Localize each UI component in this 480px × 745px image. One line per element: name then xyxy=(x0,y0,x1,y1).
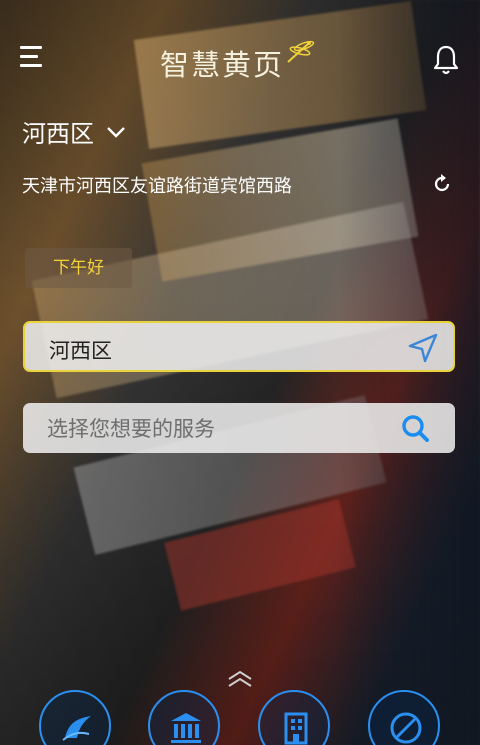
bank-icon xyxy=(171,713,201,743)
menu-icon-line xyxy=(20,55,38,58)
bell-icon[interactable] xyxy=(432,44,460,76)
background-shade xyxy=(340,0,480,745)
greeting-badge: 下午好 xyxy=(25,248,132,288)
no-entry-icon xyxy=(390,712,422,744)
service-search[interactable] xyxy=(23,403,455,453)
chevron-up-double-icon[interactable] xyxy=(226,670,254,688)
service-search-input[interactable] xyxy=(45,411,409,447)
building-icon xyxy=(284,712,308,745)
app-logo-text: 智慧黄页 xyxy=(160,48,285,82)
district-selector[interactable]: 河西区 xyxy=(22,114,126,149)
top-bar: 智慧黄页 xyxy=(0,30,480,90)
chevron-down-icon xyxy=(107,126,125,138)
navigation-arrow-icon[interactable] xyxy=(407,332,439,364)
bottom-shortcut-building[interactable] xyxy=(258,690,330,745)
bottom-shortcut-ribbon[interactable] xyxy=(39,690,111,745)
ribbon-logo-icon xyxy=(62,716,91,741)
menu-button[interactable] xyxy=(20,46,46,70)
app-screen: 智慧黄页 河西区 天津市河西区友谊路街道宾馆西路 下午好 河西区 xyxy=(0,0,480,745)
search-icon[interactable] xyxy=(401,414,429,442)
district-label: 河西区 xyxy=(22,120,94,148)
menu-icon-line xyxy=(20,46,42,49)
dragonfly-icon xyxy=(287,40,315,63)
location-field[interactable]: 河西区 xyxy=(23,321,455,372)
menu-icon-line xyxy=(20,64,42,67)
location-field-value: 河西区 xyxy=(49,339,112,363)
refresh-icon[interactable] xyxy=(432,172,452,194)
current-address: 天津市河西区友谊路街道宾馆西路 xyxy=(22,176,292,197)
bottom-shortcut-bank[interactable] xyxy=(148,690,220,745)
